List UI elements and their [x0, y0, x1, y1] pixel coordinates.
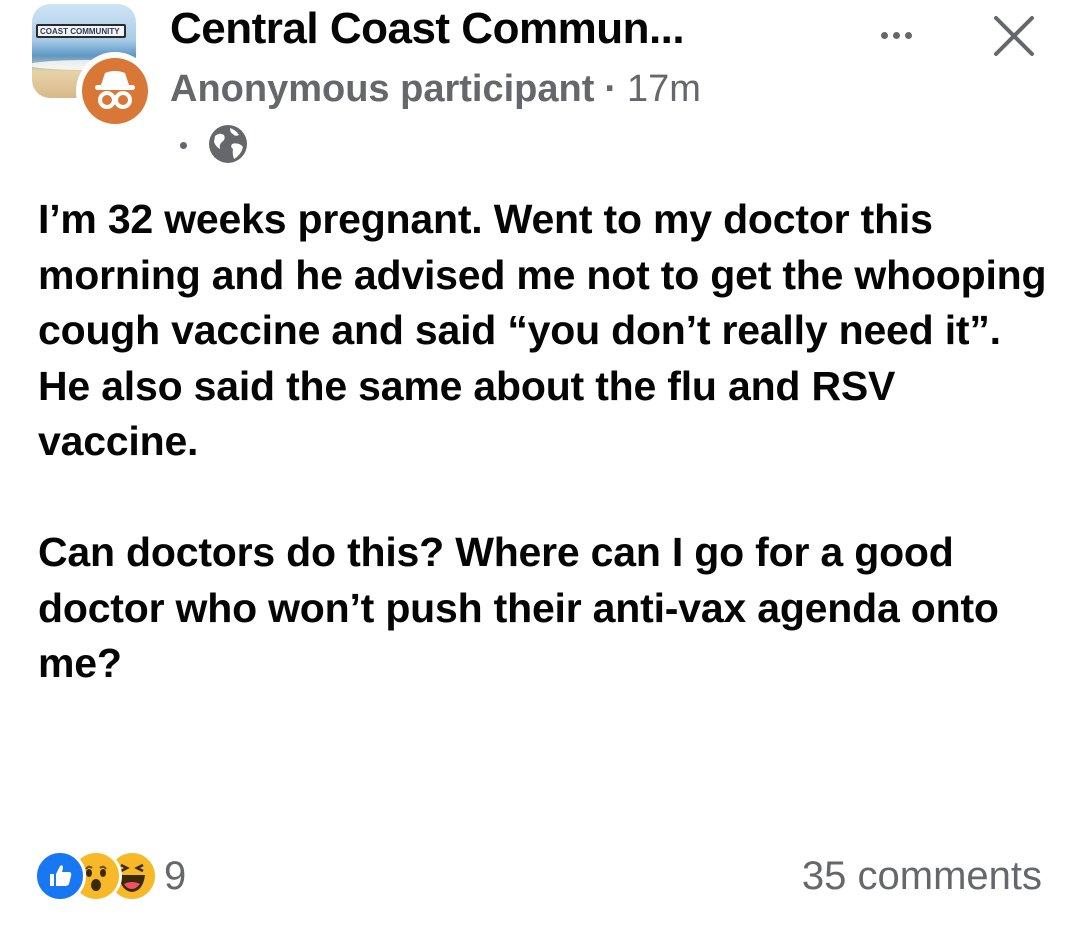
reaction-count: 9 [164, 854, 187, 898]
globe-icon[interactable] [206, 122, 250, 166]
post-header: COAST COMMUNITY Central Coast Commun... … [0, 0, 1080, 175]
author-name[interactable]: Anonymous participant [170, 68, 594, 110]
post-text: I’m 32 weeks pregnant. Went to my doctor… [38, 192, 1058, 692]
post-timestamp[interactable]: 17m [627, 68, 701, 110]
post-meta: Anonymous participant · 17m [170, 68, 701, 111]
post-paragraph: Can doctors do this? Where can I go for … [38, 529, 999, 686]
post-card: COAST COMMUNITY Central Coast Commun... … [0, 0, 1080, 935]
post-paragraph: I’m 32 weeks pregnant. Went to my doctor… [38, 196, 1047, 464]
like-reaction-icon [34, 850, 86, 902]
anonymous-avatar[interactable] [76, 52, 154, 130]
more-options-button[interactable] [866, 20, 926, 50]
more-horizontal-icon [880, 31, 888, 39]
comments-count-link[interactable]: 35 comments [802, 850, 1042, 902]
privacy-dot [180, 142, 187, 149]
close-icon[interactable] [984, 6, 1044, 66]
more-horizontal-icon-dot [892, 31, 900, 39]
group-avatar-banner: COAST COMMUNITY [36, 24, 126, 38]
anonymous-spy-icon [95, 71, 135, 109]
group-name[interactable]: Central Coast Commun... [170, 4, 685, 54]
more-horizontal-icon-dot [904, 31, 912, 39]
meta-separator: · [604, 68, 618, 110]
